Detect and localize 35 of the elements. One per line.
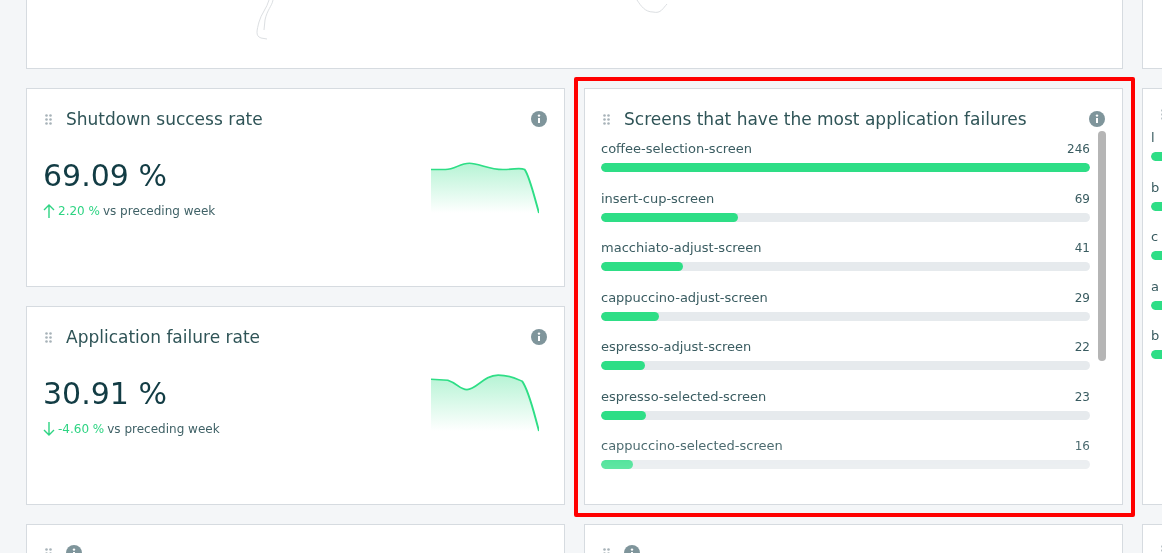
delta-value: 2.20 % (58, 204, 100, 218)
failure-count: 246 (1067, 142, 1090, 156)
info-icon[interactable] (531, 329, 547, 345)
kpi-value: 69.09 % (43, 158, 168, 193)
delta-value: -4.60 % (58, 422, 105, 436)
comparison-text: vs preceding week (107, 422, 220, 436)
info-icon[interactable] (531, 111, 547, 127)
screen-name: insert-cup-screen (601, 190, 715, 206)
card-title: Screens that have the most application failures (624, 109, 1028, 129)
comparison-text: vs preceding week (102, 204, 216, 218)
drag-handle-icon[interactable] (45, 331, 52, 343)
screen-name: cappuccino-selected-screen (601, 438, 783, 453)
failure-count: 41 (1074, 241, 1090, 255)
failure-count: 23 (1074, 389, 1090, 404)
screen-name: espresso-adjust-screen (601, 339, 752, 354)
info-icon[interactable] (1089, 111, 1105, 127)
failure-count: 29 (1074, 290, 1090, 305)
failure-count: 69 (1074, 191, 1090, 206)
screen-name: l (1151, 130, 1155, 145)
screen-name: coffee-selection-screen (601, 141, 753, 156)
kpi-value: 30.91 % (43, 376, 168, 411)
screen-name: macchiato-adjust-screen (601, 240, 762, 255)
screen-name: cappuccino-adjust-screen (601, 289, 768, 305)
card-title: Shutdown success rate (66, 109, 264, 129)
screen-name: c (1151, 229, 1159, 244)
drag-handle-icon[interactable] (45, 113, 52, 125)
screen-name: b (1151, 328, 1160, 343)
card-title: Application failure rate (66, 327, 262, 347)
failure-count: 16 (1074, 439, 1090, 453)
drag-handle-icon[interactable] (603, 113, 610, 125)
screen-name: a (1151, 278, 1159, 294)
screen-name: espresso-selected-screen (601, 388, 767, 404)
failure-count: 22 (1074, 340, 1090, 354)
scrollbar[interactable] (1098, 131, 1106, 361)
screen-name: b (1151, 179, 1160, 195)
